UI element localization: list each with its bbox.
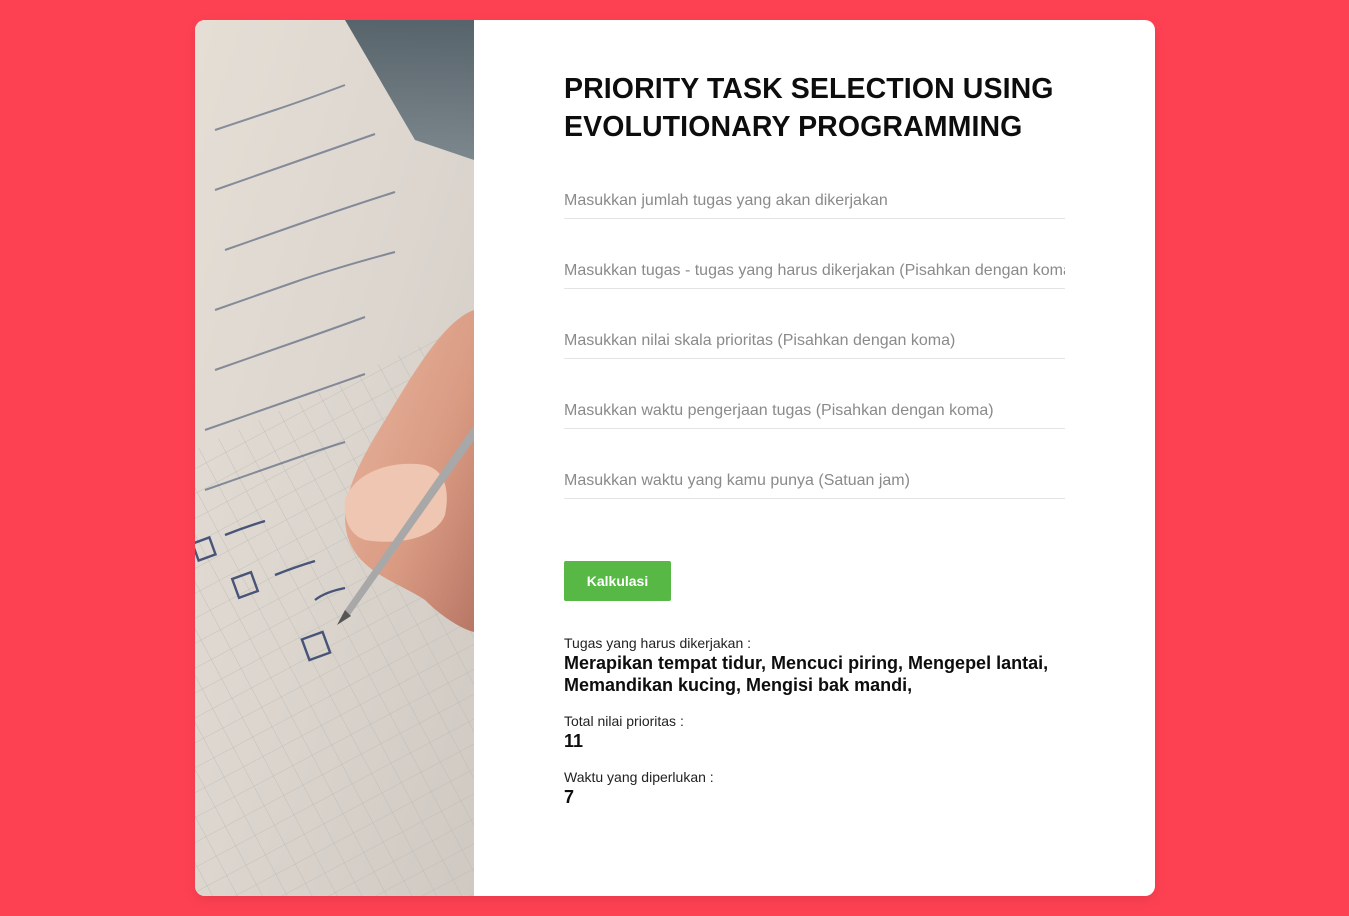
priority-total-value: 11: [564, 731, 584, 751]
time-required-label: Waktu yang diperlukan :: [564, 769, 714, 785]
hero-image: [195, 20, 474, 896]
priority-total-label: Total nilai prioritas :: [564, 713, 684, 729]
tasks-result-value: Merapikan tempat tidur, Mencuci piring, …: [564, 653, 1049, 695]
task-count-input[interactable]: [564, 183, 1065, 219]
page-title-line-2: EVOLUTIONARY PROGRAMMING: [564, 111, 1023, 143]
page-title: PRIORITY TASK SELECTION USING EVOLUTIONA…: [564, 70, 1074, 146]
tasks-result-label: Tugas yang harus dikerjakan :: [564, 635, 752, 651]
priority-scale-input[interactable]: [564, 323, 1065, 359]
available-time-input[interactable]: [564, 463, 1065, 499]
notebook-photo-illustration: [195, 20, 474, 896]
task-list-input[interactable]: [564, 253, 1065, 289]
time-required-value: 7: [564, 787, 575, 807]
calculate-button[interactable]: Kalkulasi: [564, 561, 671, 601]
page-title-line-1: PRIORITY TASK SELECTION USING: [564, 73, 1054, 105]
form-card: PRIORITY TASK SELECTION USING EVOLUTIONA…: [195, 20, 1155, 896]
task-duration-input[interactable]: [564, 393, 1065, 429]
